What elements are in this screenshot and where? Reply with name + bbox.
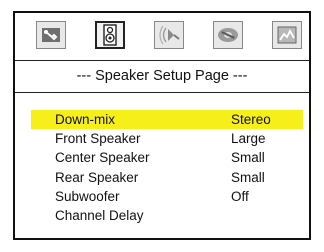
setting-row-front-speaker[interactable]: Front Speaker Large	[31, 129, 303, 148]
setup-menu-window: --- Speaker Setup Page --- Down-mix Ster…	[13, 11, 311, 240]
setting-label: Channel Delay	[55, 207, 144, 223]
setting-label: Rear Speaker	[55, 169, 139, 185]
setting-row-subwoofer[interactable]: Subwoofer Off	[31, 187, 303, 206]
preferences-icon	[277, 26, 297, 44]
setting-row-channel-delay[interactable]: Channel Delay	[31, 206, 303, 225]
speaker-icon	[103, 24, 117, 46]
tab-preference-setup[interactable]	[272, 21, 302, 49]
tab-dolby-setup[interactable]	[213, 21, 243, 49]
title-divider	[15, 92, 309, 93]
wrench-icon	[41, 27, 61, 43]
tab-general-setup[interactable]	[36, 21, 66, 49]
setting-label: Front Speaker	[55, 131, 141, 147]
settings-list: Down-mix Stereo Front Speaker Large Cent…	[31, 110, 303, 225]
setting-value: Large	[231, 131, 266, 147]
tab-speaker-setup[interactable]	[95, 21, 125, 49]
setting-label: Subwoofer	[55, 188, 120, 204]
setting-row-rear-speaker[interactable]: Rear Speaker Small	[31, 168, 303, 187]
page-title: --- Speaker Setup Page ---	[76, 68, 248, 84]
setting-row-center-speaker[interactable]: Center Speaker Small	[31, 148, 303, 167]
setting-label: Down-mix	[55, 112, 116, 127]
audio-waves-icon	[158, 25, 180, 45]
setting-value: Stereo	[231, 112, 271, 127]
setting-row-downmix[interactable]: Down-mix Stereo	[31, 110, 303, 130]
setting-label: Center Speaker	[55, 150, 150, 166]
setting-value: Small	[231, 150, 265, 166]
setting-value: Off	[231, 188, 249, 204]
setting-value: Small	[231, 169, 265, 185]
tab-audio-setup[interactable]	[154, 21, 184, 49]
icon-bar-divider	[15, 60, 309, 61]
tab-icon-bar	[15, 13, 309, 57]
dolby-disc-icon	[217, 26, 239, 44]
